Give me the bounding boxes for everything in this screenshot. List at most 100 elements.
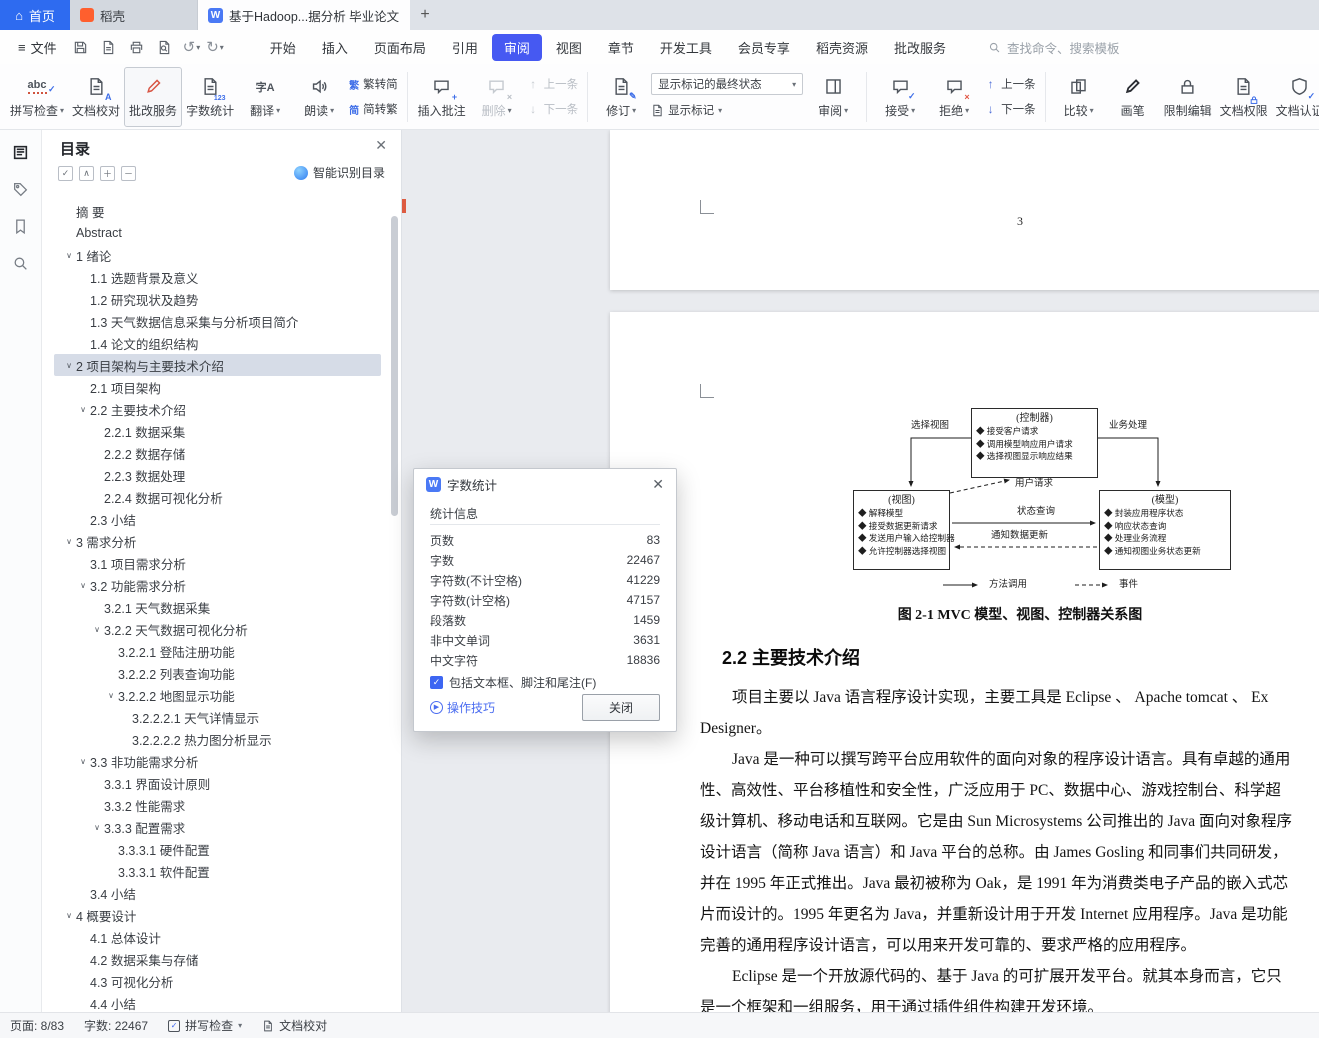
toc-item[interactable]: 2.1 项目架构 (54, 376, 381, 398)
doc-auth-button[interactable]: ✓ 文档认证 (1272, 68, 1319, 126)
toc-item[interactable]: ∨ 3.2.2.2 地图显示功能 (54, 684, 381, 706)
prev-change-button[interactable]: ↑ 上一条 (984, 74, 1036, 94)
chevron-down-icon[interactable]: ∨ (62, 361, 76, 370)
panel-resize-marker[interactable] (402, 199, 406, 213)
toc-item[interactable]: ∨ 2 项目架构与主要技术介绍 (54, 354, 381, 376)
toc-scrollbar-thumb[interactable] (391, 216, 398, 516)
word-count-indicator[interactable]: 字数: 22467 (84, 1017, 148, 1034)
menu-tab-批改服务[interactable]: 批改服务 (882, 34, 958, 61)
command-search[interactable]: 查找命令、搜索模板 (988, 38, 1119, 57)
toc-item[interactable]: 1.4 论文的组织结构 (54, 332, 381, 354)
toc-item[interactable]: 1.1 选题背景及意义 (54, 266, 381, 288)
toc-item[interactable]: ∨ 1 绪论 (54, 244, 381, 266)
toc-item[interactable]: 摘 要 (54, 200, 381, 222)
pen-button[interactable]: 画笔 (1106, 68, 1160, 126)
file-menu-button[interactable]: ≡ 文件 (10, 38, 65, 57)
chevron-down-icon[interactable]: ∨ (62, 537, 76, 546)
print-preview-button[interactable] (153, 35, 177, 59)
read-aloud-button[interactable]: 朗读 ▾ (292, 68, 346, 126)
close-button[interactable]: 关闭 (582, 693, 660, 721)
chevron-down-icon[interactable]: ∨ (90, 625, 104, 634)
insert-comment-button[interactable]: + 插入批注 (414, 68, 470, 126)
toc-item[interactable]: 3.3.3.1 硬件配置 (54, 838, 381, 860)
review-pane-button[interactable]: 审阅 ▾ (806, 68, 860, 126)
smart-toc-button[interactable]: 智能识别目录 (293, 164, 385, 181)
toc-item[interactable]: 2.2.2 数据存储 (54, 442, 381, 464)
toc-item[interactable]: 3.3.1 界面设计原则 (54, 772, 381, 794)
translate-button[interactable]: 字A 翻译 ▾ (238, 68, 292, 126)
toc-item[interactable]: 4.2 数据采集与存储 (54, 948, 381, 970)
menu-tab-引用[interactable]: 引用 (440, 34, 490, 61)
toc-item[interactable]: ∨ 3.2.2 天气数据可视化分析 (54, 618, 381, 640)
home-tab[interactable]: ⌂ 首页 (0, 0, 70, 30)
document-tab[interactable]: W 基于Hadoop...据分析 毕业论文 (198, 0, 410, 30)
tag-icon[interactable] (11, 179, 31, 199)
word-count-button[interactable]: 123 字数统计 (182, 68, 238, 126)
chevron-down-icon[interactable]: ∨ (90, 823, 104, 832)
toc-item[interactable]: 2.2.3 数据处理 (54, 464, 381, 486)
toc-item[interactable]: 2.3 小结 (54, 508, 381, 530)
tips-link[interactable]: ▶ 操作技巧 (430, 699, 495, 716)
bookmark-icon[interactable] (11, 216, 31, 236)
menu-tab-开始[interactable]: 开始 (258, 34, 308, 61)
menu-tab-页面布局[interactable]: 页面布局 (362, 34, 438, 61)
restrict-edit-button[interactable]: 限制编辑 (1160, 68, 1216, 126)
toc-item[interactable]: 3.2.1 天气数据采集 (54, 596, 381, 618)
chevron-down-icon[interactable]: ∨ (76, 405, 90, 414)
menu-tab-审阅[interactable]: 审阅 (491, 33, 542, 61)
trad-to-simp-button[interactable]: 繁繁转简 (349, 74, 398, 94)
track-changes-button[interactable]: ✎ 修订 ▾ (594, 68, 648, 126)
print-button[interactable] (125, 35, 149, 59)
toc-panel-icon[interactable] (11, 142, 31, 162)
dialog-title-bar[interactable]: W 字数统计 ✕ (414, 469, 676, 499)
undo-button[interactable]: ↺ ▾ (183, 38, 201, 56)
search-icon[interactable] (11, 253, 31, 273)
toc-item[interactable]: 3.4 小结 (54, 882, 381, 904)
toc-item[interactable]: 3.2.2.2.1 天气详情显示 (54, 706, 381, 728)
toc-item[interactable]: ∨ 4 概要设计 (54, 904, 381, 926)
chevron-down-icon[interactable]: ∨ (76, 581, 90, 590)
toc-collapse-button[interactable]: － (121, 166, 136, 181)
show-markup-button[interactable]: 显示标记 ▾ (651, 100, 803, 120)
toc-item[interactable]: 3.2.2.2.2 热力图分析显示 (54, 728, 381, 750)
menu-tab-稻壳资源[interactable]: 稻壳资源 (804, 34, 880, 61)
redo-button[interactable]: ↻ ▾ (206, 38, 224, 56)
correction-service-button[interactable]: 批改服务 (124, 66, 183, 127)
toc-item[interactable]: 3.3.2 性能需求 (54, 794, 381, 816)
close-icon[interactable]: ✕ (652, 476, 664, 493)
toc-item[interactable]: 2.2.1 数据采集 (54, 420, 381, 442)
chevron-down-icon[interactable]: ∨ (104, 691, 118, 700)
toc-item[interactable]: 3.3.3.1 软件配置 (54, 860, 381, 882)
toc-item[interactable]: 1.3 天气数据信息采集与分析项目简介 (54, 310, 381, 332)
toc-item[interactable]: ∨ 2.2 主要技术介绍 (54, 398, 381, 420)
next-change-button[interactable]: ↓ 下一条 (984, 99, 1036, 119)
accept-button[interactable]: ✓ 接受 ▾ (873, 68, 927, 126)
reject-button[interactable]: × 拒绝 ▾ (927, 68, 981, 126)
toc-item[interactable]: 3.2.2.2 列表查询功能 (54, 662, 381, 684)
markup-state-select[interactable]: 显示标记的最终状态 ▾ (651, 73, 804, 95)
toc-item[interactable]: ∨ 3.3.3 配置需求 (54, 816, 381, 838)
toc-item[interactable]: Abstract (54, 222, 381, 244)
chevron-down-icon[interactable]: ∨ (62, 911, 76, 920)
toc-expand-button[interactable]: ＋ (100, 166, 115, 181)
spell-check-button[interactable]: abc ✓ 拼写检查 ▾ (6, 68, 68, 126)
toc-item[interactable]: ∨ 3 需求分析 (54, 530, 381, 552)
menu-tab-插入[interactable]: 插入 (310, 34, 360, 61)
toc-item[interactable]: ∨ 3.2 功能需求分析 (54, 574, 381, 596)
new-tab-button[interactable]: + (410, 0, 440, 30)
toc-select-all-button[interactable]: ✓ (58, 166, 73, 181)
doc-proofread-button[interactable]: 文档校对 (262, 1017, 327, 1034)
compare-button[interactable]: 比较 ▾ (1052, 68, 1106, 126)
menu-tab-视图[interactable]: 视图 (544, 34, 594, 61)
menu-tab-开发工具[interactable]: 开发工具 (648, 34, 724, 61)
menu-tab-会员专享[interactable]: 会员专享 (726, 34, 802, 61)
doc-permission-button[interactable]: 文档权限 (1216, 68, 1272, 126)
docer-tab[interactable]: 稻壳 (70, 0, 198, 30)
chevron-down-icon[interactable]: ∨ (62, 251, 76, 260)
toc-item[interactable]: 4.4 小结 (54, 992, 381, 1012)
toc-item[interactable]: 3.2.2.1 登陆注册功能 (54, 640, 381, 662)
simp-to-trad-button[interactable]: 简简转繁 (349, 99, 398, 119)
export-button[interactable] (97, 35, 121, 59)
toc-item[interactable]: 3.1 项目需求分析 (54, 552, 381, 574)
doc-proofread-button[interactable]: A 文档校对 (68, 68, 124, 126)
